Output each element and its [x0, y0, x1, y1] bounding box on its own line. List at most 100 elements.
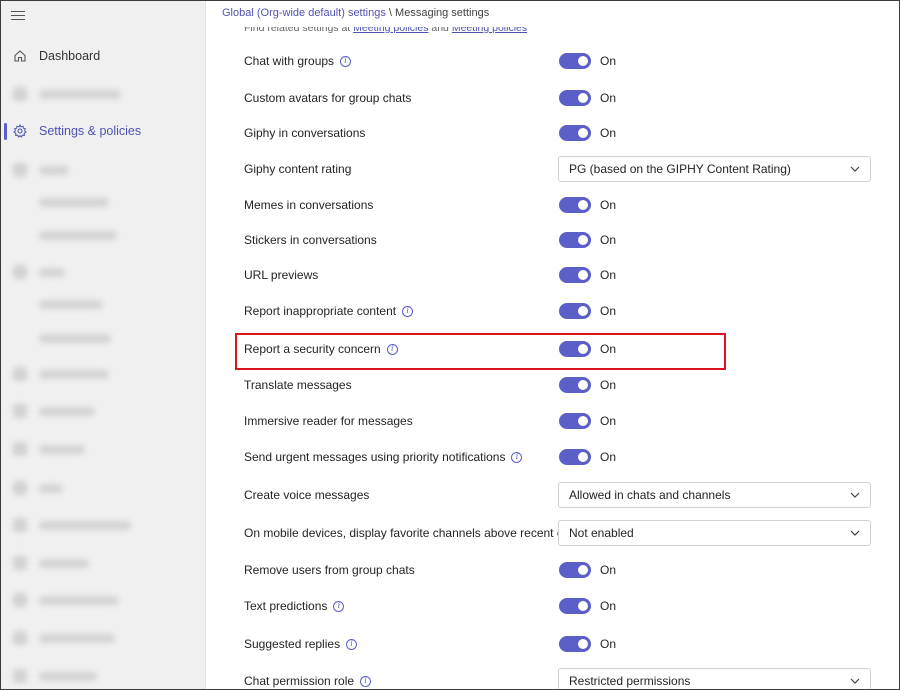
setting-row: Chat permission role i Restricted permissi…: [244, 668, 874, 689]
info-icon[interactable]: i: [402, 305, 414, 317]
chevron-down-icon: [850, 166, 860, 172]
info-icon[interactable]: i: [360, 675, 372, 687]
sidebar-item-blurred[interactable]: [13, 481, 63, 495]
app-window: Dashboard Settings & policies Global (Or…: [0, 0, 900, 690]
sidebar-item-blurred[interactable]: [13, 404, 255, 418]
setting-row: Custom avatars for group chats On: [244, 86, 874, 110]
setting-label-text: Memes in conversations: [244, 198, 374, 212]
setting-label: Memes in conversations: [244, 198, 373, 212]
sidebar-item-blurred[interactable]: [39, 231, 117, 240]
toggle-state-label: On: [600, 378, 617, 392]
setting-row: Suggested replies i On: [244, 632, 874, 656]
setting-label-text: Chat with groups: [244, 54, 335, 68]
breadcrumb-separator: \: [388, 7, 392, 19]
hint-link[interactable]: Meeting policies: [452, 27, 527, 34]
toggle-control: On: [559, 121, 616, 145]
sidebar-item-blurred[interactable]: [13, 593, 119, 607]
setting-label: Remove users from group chats: [244, 563, 415, 577]
setting-label: Create voice messages: [244, 488, 369, 502]
sidebar-item-dashboard[interactable]: Dashboard: [1, 41, 206, 71]
home-icon: [1, 49, 39, 63]
toggle-control: On: [559, 632, 616, 656]
toggle-switch[interactable]: [559, 53, 591, 69]
setting-label: Immersive reader for messages: [244, 414, 413, 428]
setting-row: Immersive reader for messages On: [244, 409, 874, 433]
setting-row: Giphy content rating PG (based on the GIP…: [244, 156, 874, 182]
toggle-switch[interactable]: [559, 90, 591, 106]
dropdown-value: Restricted permissions: [569, 674, 691, 688]
toggle-switch[interactable]: [559, 232, 591, 248]
setting-row: On mobile devices, display favorite chan…: [244, 520, 874, 546]
toggle-switch[interactable]: [559, 636, 591, 652]
toggle-state-label: On: [600, 637, 617, 651]
sidebar-item-blurred[interactable]: [39, 198, 109, 207]
chevron-down-icon: [850, 678, 860, 684]
toggle-switch[interactable]: [559, 562, 591, 578]
sidebar-item-blurred[interactable]: [39, 334, 111, 343]
dropdown-select[interactable]: PG (based on the GIPHY Content Rating): [558, 156, 871, 182]
info-icon[interactable]: i: [346, 638, 358, 650]
sidebar-item-blurred[interactable]: [13, 367, 269, 381]
setting-label-text: URL previews: [244, 268, 319, 282]
sidebar-item-blurred[interactable]: [39, 300, 103, 309]
toggle-state-label: On: [600, 342, 617, 356]
setting-row: Report a security concern i On: [244, 337, 874, 361]
sidebar-item-blurred[interactable]: [13, 669, 257, 683]
dropdown-select[interactable]: Not enabled: [558, 520, 871, 546]
toggle-switch[interactable]: [559, 377, 591, 393]
breadcrumb-parent-link[interactable]: Global (Org-wide default) settings: [222, 7, 386, 19]
setting-label: Giphy content rating: [244, 162, 351, 176]
setting-label-text: Stickers in conversations: [244, 233, 377, 247]
hint-text: and: [431, 22, 449, 34]
setting-label-text: Remove users from group chats: [244, 563, 415, 577]
toggle-control: On: [559, 445, 616, 469]
setting-label: Giphy in conversations: [244, 126, 365, 140]
sidebar-item-blurred[interactable]: [13, 265, 225, 279]
hamburger-menu-icon[interactable]: [11, 11, 25, 21]
sidebar-item-blurred[interactable]: [13, 631, 115, 645]
setting-label-text: Create voice messages: [244, 488, 370, 502]
toggle-switch[interactable]: [559, 125, 591, 141]
setting-label: Report a security concern i: [244, 342, 398, 356]
setting-row: Remove users from group chats On: [244, 558, 874, 582]
dropdown-select[interactable]: Restricted permissions: [558, 668, 871, 689]
setting-row: Report inappropriate content i On: [244, 299, 874, 323]
sidebar-item-blurred[interactable]: [13, 442, 245, 456]
setting-label-text: Translate messages: [244, 378, 352, 392]
setting-row: Send urgent messages using priority noti…: [244, 445, 874, 469]
related-settings-hint: Find related settings at Meeting policie…: [244, 22, 527, 34]
setting-label: Suggested replies i: [244, 637, 358, 651]
setting-label-text: Text predictions: [244, 599, 328, 613]
toggle-control: On: [559, 373, 616, 397]
setting-label: Stickers in conversations: [244, 233, 377, 247]
hint-link[interactable]: Meeting policies: [353, 27, 428, 34]
breadcrumb: Global (Org-wide default) settings \ Mes…: [222, 7, 489, 19]
info-icon[interactable]: i: [333, 600, 345, 612]
info-icon[interactable]: i: [386, 343, 398, 355]
sidebar-item-blurred[interactable]: [13, 556, 89, 570]
info-icon[interactable]: i: [340, 55, 352, 67]
info-icon[interactable]: i: [511, 451, 523, 463]
setting-label: Send urgent messages using priority noti…: [244, 450, 523, 464]
toggle-control: On: [559, 409, 616, 433]
toggle-switch[interactable]: [559, 341, 591, 357]
toggle-switch[interactable]: [559, 197, 591, 213]
toggle-switch[interactable]: [559, 598, 591, 614]
sidebar-item-blurred[interactable]: [13, 163, 229, 177]
sidebar-item-settings-policies[interactable]: Settings & policies: [1, 116, 206, 146]
setting-label-text: Chat permission role: [244, 674, 355, 688]
toggle-switch[interactable]: [559, 413, 591, 429]
dropdown-select[interactable]: Allowed in chats and channels: [558, 482, 871, 508]
toggle-switch[interactable]: [559, 267, 591, 283]
toggle-state-label: On: [600, 54, 617, 68]
setting-label: Chat with groups i: [244, 54, 352, 68]
toggle-switch[interactable]: [559, 303, 591, 319]
toggle-switch[interactable]: [559, 449, 591, 465]
sidebar-item-blurred[interactable]: [13, 518, 131, 532]
toggle-state-label: On: [600, 233, 617, 247]
setting-label-text: Report inappropriate content: [244, 304, 397, 318]
setting-row: URL previews On: [244, 263, 874, 287]
sidebar-item-blurred[interactable]: [13, 87, 121, 101]
setting-label-text: Suggested replies: [244, 637, 341, 651]
setting-row: Text predictions i On: [244, 594, 874, 618]
